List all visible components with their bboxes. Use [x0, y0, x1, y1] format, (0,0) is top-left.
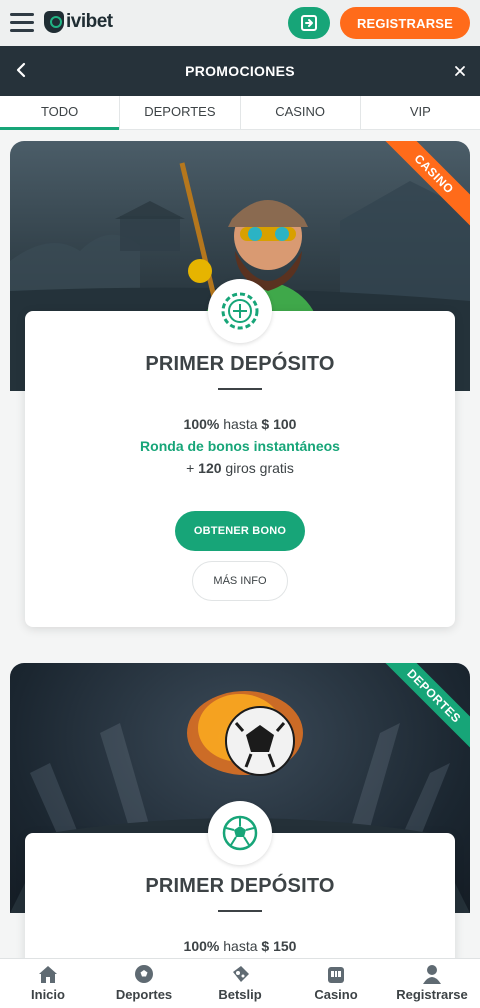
register-button[interactable]: REGISTRARSE	[340, 7, 470, 39]
promo-details-card: PRIMER DEPÓSITO 100% hasta $ 100 Ronda d…	[25, 279, 455, 627]
nav-label: Betslip	[218, 987, 262, 1002]
promo-title: PRIMER DEPÓSITO	[145, 353, 335, 375]
get-bonus-button[interactable]: OBTENER BONO	[175, 511, 305, 551]
soccer-ball-icon	[208, 801, 272, 865]
spins-suffix: giros gratis	[221, 460, 294, 476]
ribbon-label: DEPORTES	[380, 663, 470, 753]
bonus-amount: $ 100	[261, 416, 297, 432]
ticket-icon	[233, 966, 249, 982]
nav-label: Inicio	[31, 987, 65, 1002]
bonus-line-1: 100% hasta $ 150	[25, 938, 455, 954]
category-tabs: TODO DEPORTES CASINO VIP	[0, 96, 480, 130]
promo-card-casino: CASINO PRIMER DEPÓSITO 100% hasta $ 100 …	[10, 141, 470, 641]
page-title: PROMOCIONES	[185, 63, 295, 79]
promo-card-sports: DEPORTES PRIMER DEPÓSITO 100% hasta $ 15…	[10, 663, 470, 993]
home-icon	[39, 966, 57, 983]
logo-text: ivibet	[66, 11, 113, 32]
soccer-ball-icon	[135, 965, 153, 983]
nav-label: Deportes	[115, 987, 173, 1002]
tab-casino[interactable]: CASINO	[241, 96, 361, 129]
bonus-amount: $ 150	[261, 938, 297, 954]
title-divider	[218, 910, 262, 912]
hamburger-menu-icon[interactable]	[10, 13, 34, 33]
promotions-header: PROMOCIONES	[0, 46, 480, 96]
casino-chip-icon	[208, 279, 272, 343]
category-ribbon: DEPORTES	[380, 663, 470, 753]
login-button[interactable]	[288, 7, 330, 39]
bonus-percent: 100%	[183, 416, 220, 432]
user-icon	[423, 965, 441, 984]
logo-shield-icon	[44, 11, 64, 33]
category-ribbon: CASINO	[380, 141, 470, 231]
slot-machine-icon	[328, 967, 344, 983]
bonus-connector: hasta	[219, 938, 262, 954]
ribbon-label: CASINO	[380, 141, 470, 231]
login-icon	[301, 15, 317, 31]
bonus-connector: hasta	[219, 416, 262, 432]
bonus-line-1: 100% hasta $ 100	[25, 416, 455, 432]
bottom-navigation: Inicio Deportes Betslip Casino Registrar…	[0, 958, 480, 1008]
spins-prefix: +	[186, 460, 199, 476]
tab-todo[interactable]: TODO	[0, 96, 121, 130]
promo-title: PRIMER DEPÓSITO	[145, 875, 335, 897]
nav-label: Registrarse	[396, 987, 468, 1002]
nav-item-deportes[interactable]: Deportes	[96, 959, 192, 1008]
bonus-line-2: Ronda de bonos instantáneos	[140, 438, 340, 454]
bonus-line-3: + 120 giros gratis	[25, 460, 455, 476]
logo[interactable]: ivibet	[44, 11, 113, 33]
more-info-button[interactable]: MÁS INFO	[192, 561, 288, 601]
tab-deportes[interactable]: DEPORTES	[120, 96, 241, 129]
close-icon[interactable]	[452, 63, 468, 79]
title-divider	[218, 388, 262, 390]
tab-vip[interactable]: VIP	[361, 96, 480, 129]
nav-item-registrarse[interactable]: Registrarse	[384, 959, 480, 1008]
spins-count: 120	[198, 460, 222, 476]
nav-item-betslip[interactable]: Betslip	[192, 959, 288, 1008]
nav-item-inicio[interactable]: Inicio	[0, 959, 96, 1008]
bonus-percent: 100%	[183, 938, 220, 954]
nav-item-casino[interactable]: Casino	[288, 959, 384, 1008]
top-bar: ivibet REGISTRARSE	[0, 0, 480, 46]
nav-label: Casino	[314, 987, 358, 1002]
